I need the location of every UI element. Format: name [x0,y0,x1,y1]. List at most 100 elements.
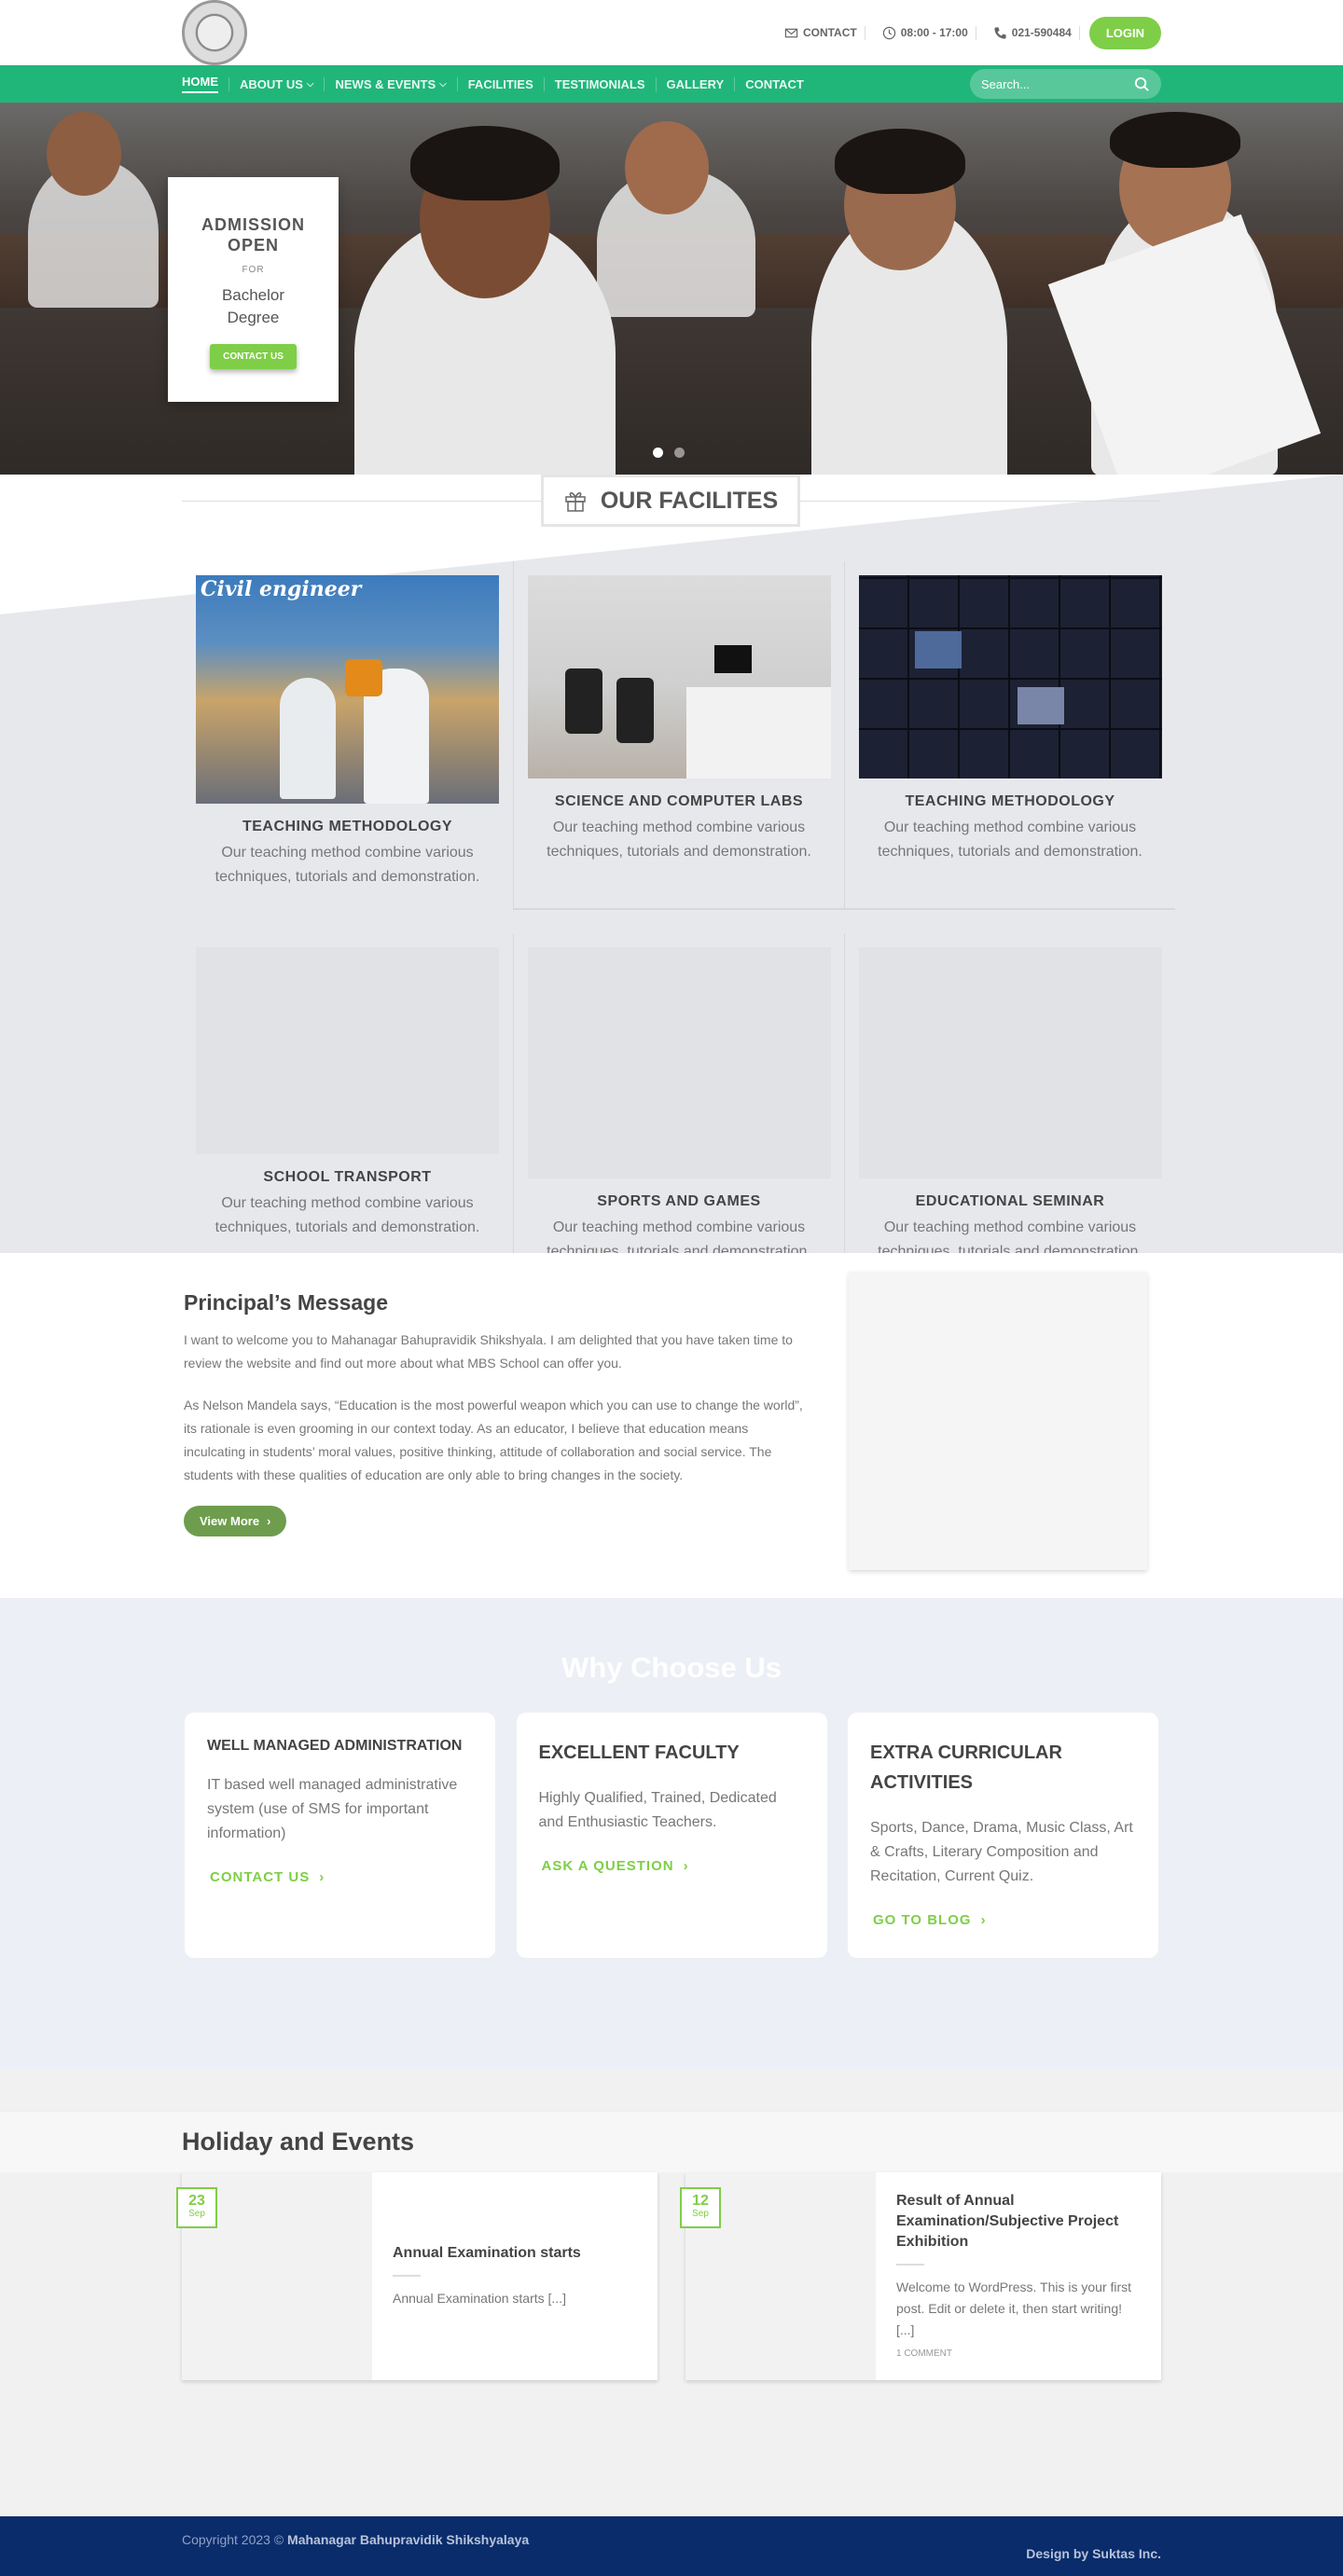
nav-label: TESTIMONIALS [554,76,645,91]
facility-image [859,947,1162,1178]
facility-text: Our teaching method combine various tech… [878,1219,1142,1253]
nav-label: CONTACT [745,76,804,91]
facility-title: TEACHING METHODOLOGY [905,793,1115,809]
phone-text: 021-590484 [1011,26,1072,39]
principal-message: Principal’s Message I want to welcome yo… [182,1272,807,1570]
facility-text: Our teaching method combine various tech… [215,1195,480,1235]
slider-dots [653,446,692,462]
nav-item-facilities[interactable]: FACILITIES [456,76,544,91]
chevron-right-icon: › [267,1514,271,1528]
events-list: 23 Sep Annual Examination starts Annual … [176,2172,1161,2380]
event-month: Sep [188,2209,205,2219]
why-card: WELL MANAGED ADMINISTRATION IT based wel… [185,1713,495,1958]
top-header: CONTACT 08:00 - 17:00 021-590484 LOGIN [0,0,1343,65]
facility-text: Our teaching method combine various tech… [547,820,811,860]
principal-paragraph: I want to welcome you to Mahanagar Bahup… [184,1332,793,1371]
principal-section: Principal’s Message I want to welcome yo… [0,1253,1343,1598]
why-card: EXCELLENT FACULTY Highly Qualified, Trai… [516,1713,827,1958]
login-button[interactable]: LOGIN [1088,16,1161,49]
design-credit[interactable]: Design by Suktas Inc. [1026,2546,1161,2561]
facility-image-caption: Civil engineer [201,577,362,601]
facility-card[interactable]: Civil engineer TEACHING METHODOLOGY Our … [182,561,513,910]
facility-image [528,575,831,778]
why-card: EXTRA CURRICULAR ACTIVITIES Sports, Danc… [848,1713,1158,1958]
facility-card[interactable]: TEACHING METHODOLOGY Our teaching method… [844,561,1175,910]
nav-item-news-events[interactable]: NEWS & EVENTS ⌵ [324,76,456,91]
ask-question-link[interactable]: ASK A QUESTION › [539,1858,689,1874]
principal-title: Principal’s Message [184,1290,389,1315]
why-link-label: ASK A QUESTION [541,1858,674,1874]
main-nav: HOME ABOUT US ⌵ NEWS & EVENTS ⌵ FACILITIES… [0,65,1343,103]
contact-link[interactable]: CONTACT [777,25,865,40]
view-more-button[interactable]: View More › [184,1506,287,1536]
event-day: 23 [188,2193,205,2209]
event-month: Sep [692,2209,709,2219]
chevron-right-icon: › [683,1858,689,1874]
event-excerpt: Welcome to WordPress. This is your first… [896,2280,1132,2337]
contact-label: CONTACT [802,26,857,39]
nav-item-about-us[interactable]: ABOUT US ⌵ [228,76,324,91]
facility-card[interactable]: SCHOOL TRANSPORT Our teaching method com… [182,933,513,1253]
why-link-label: CONTACT US [210,1869,311,1885]
facility-text: Our teaching method combine various tech… [547,1219,811,1253]
facilities-heading: OUR FACILITES [541,475,800,527]
section-spacer [0,2069,1343,2111]
event-title[interactable]: Result of Annual Examination/Subjective … [896,2191,1141,2252]
search-icon[interactable] [1134,76,1150,92]
event-excerpt: Annual Examination starts [...] [393,2291,566,2306]
facility-title: SPORTS AND GAMES [597,1193,761,1209]
degree-line1: Bachelor [221,286,285,304]
go-to-blog-link[interactable]: GO TO BLOG › [870,1912,987,1928]
event-body: Annual Examination starts Annual Examina… [372,2172,658,2380]
why-cards: WELL MANAGED ADMINISTRATION IT based wel… [182,1713,1161,1958]
nav-item-home[interactable]: HOME [182,75,228,93]
facility-title: SCIENCE AND COMPUTER LABS [554,793,804,809]
copyright: Copyright 2023 © Mahanagar Bahupravidik … [182,2532,529,2547]
principal-paragraph: As Nelson Mandela says, “Education is th… [184,1398,803,1482]
facility-title: TEACHING METHODOLOGY [242,819,453,834]
admission-title-line1: ADMISSION [201,215,305,234]
school-logo[interactable] [182,0,247,65]
why-card-title: WELL MANAGED ADMINISTRATION [207,1738,463,1754]
school-name-link[interactable]: Mahanagar Bahupravidik Shikshyalaya [287,2532,529,2547]
why-card-title: EXTRA CURRICULAR ACTIVITIES [870,1743,1062,1793]
nav-item-gallery[interactable]: GALLERY [655,76,735,91]
event-card[interactable]: 23 Sep Annual Examination starts Annual … [176,2172,658,2380]
facility-title: EDUCATIONAL SEMINAR [915,1193,1105,1209]
nav-label: NEWS & EVENTS [335,76,436,91]
slider-dot-active[interactable] [653,448,663,458]
nav-label: ABOUT US [240,76,303,91]
chevron-down-icon: ⌵ [439,78,447,90]
facility-image: Civil engineer [196,575,499,804]
facility-card[interactable]: SCIENCE AND COMPUTER LABS Our teaching m… [513,561,844,910]
nav-item-contact[interactable]: CONTACT [734,76,814,91]
nav-item-testimonials[interactable]: TESTIMONIALS [543,76,656,91]
admission-for-label: FOR [242,265,265,275]
facility-image [859,575,1162,778]
why-choose-section: Why Choose Us WELL MANAGED ADMINISTRATIO… [0,1598,1343,2069]
event-body: Result of Annual Examination/Subjective … [876,2172,1161,2380]
hours-text: 08:00 - 17:00 [900,26,968,39]
copyright-text: Copyright 2023 © [182,2532,284,2547]
contact-us-link[interactable]: CONTACT US › [207,1869,325,1885]
why-link-label: GO TO BLOG [873,1912,972,1928]
event-title[interactable]: Annual Examination starts [393,2243,637,2264]
facility-text: Our teaching method combine various tech… [878,820,1142,860]
search-input[interactable] [981,76,1121,91]
event-comments-link[interactable]: 1 COMMENT [896,2349,1141,2359]
nav-label: GALLERY [666,76,725,91]
facilities-heading-row: OUR FACILITES [182,475,1161,529]
why-card-title: EXCELLENT FACULTY [538,1743,740,1763]
hero-contact-button[interactable]: CONTACT US [210,344,297,369]
facility-card[interactable]: SPORTS AND GAMES Our teaching method com… [513,933,844,1253]
event-card[interactable]: 12 Sep Result of Annual Examination/Subj… [680,2172,1161,2380]
facility-card[interactable]: EDUCATIONAL SEMINAR Our teaching method … [844,933,1175,1253]
phone-link[interactable]: 021-590484 [986,25,1080,40]
clock-icon [882,26,895,39]
slider-dot[interactable] [674,448,685,458]
phone-icon [994,26,1006,39]
facilities-grid: Civil engineer TEACHING METHODOLOGY Our … [182,561,1175,1253]
why-card-text: IT based well managed administrative sys… [207,1777,458,1841]
event-day: 12 [692,2193,709,2209]
view-more-label: View More [200,1514,260,1528]
